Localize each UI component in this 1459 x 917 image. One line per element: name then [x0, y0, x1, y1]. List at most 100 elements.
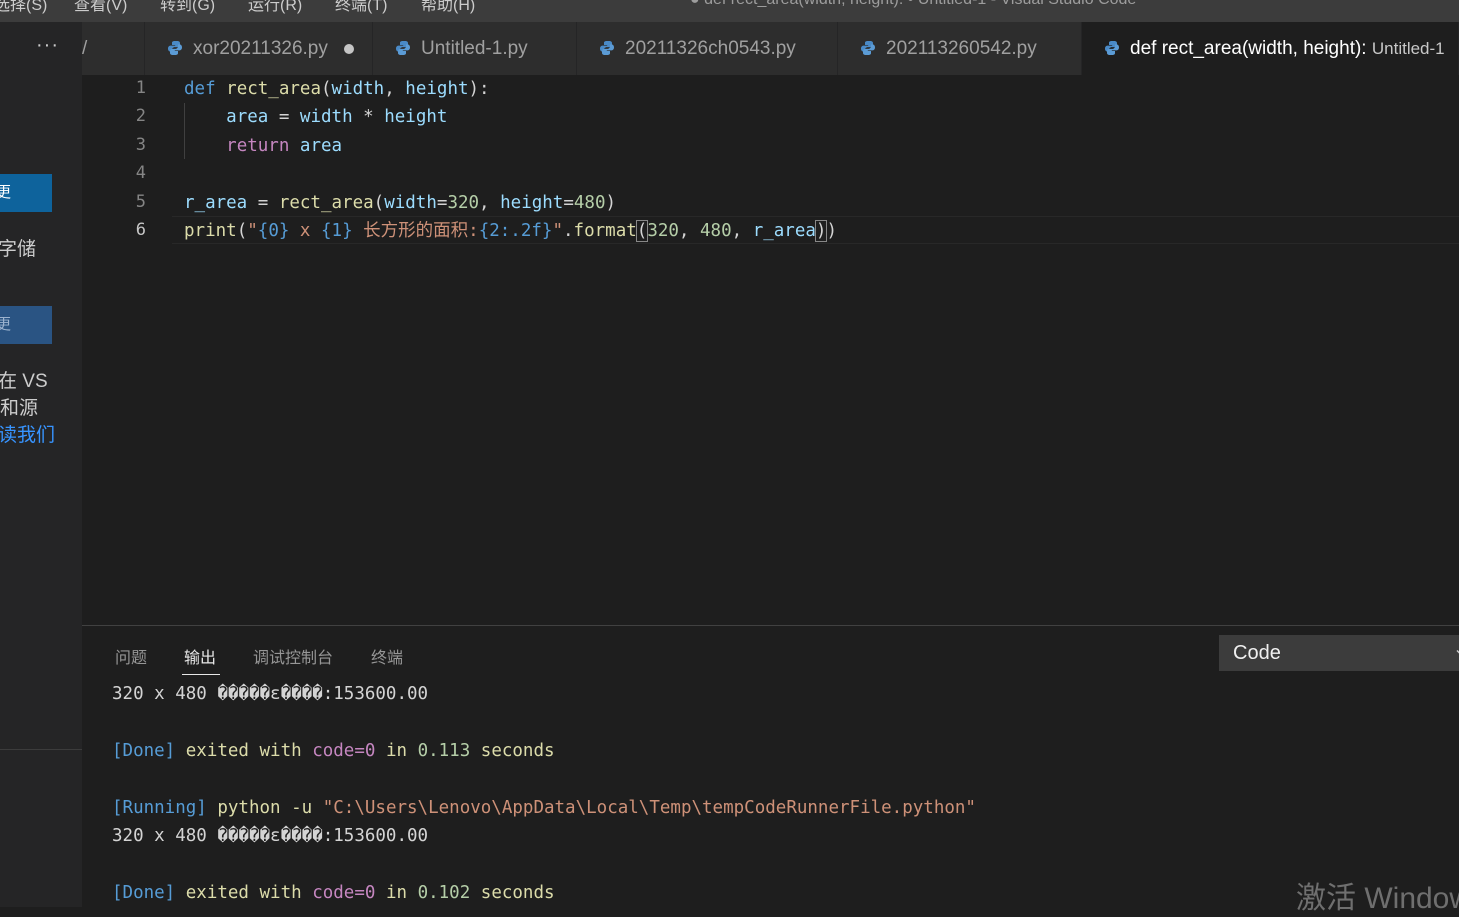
python-icon — [1105, 41, 1119, 55]
output-line: 320 x 480 �����ε����:153600.00 — [112, 684, 429, 704]
token: r_area — [184, 193, 248, 213]
token: height — [384, 107, 448, 127]
sidebar-primary-button-label: 更 — [0, 184, 12, 201]
menu-help[interactable]: 帮助(H) — [421, 0, 475, 15]
token: return — [226, 136, 290, 156]
tab-terminal[interactable]: 终端 — [371, 644, 403, 668]
menu-run[interactable]: 运行(R) — [248, 0, 302, 15]
token: [Done] — [112, 883, 176, 903]
code-editor[interactable]: 1 2 3 4 5 6 def rect_area(width, height)… — [82, 75, 1459, 625]
code-line-1[interactable]: def rect_area(width, height): — [184, 75, 490, 103]
tab-label: def rect_area(width, height): Untitled-1 — [1130, 22, 1445, 75]
menu-go[interactable]: 转到(G) — [160, 0, 215, 15]
code-line-3[interactable]: return area — [184, 132, 342, 160]
sidebar-text-1: 字储 — [0, 239, 37, 260]
token: ( — [635, 220, 649, 242]
chevron-down-icon — [1456, 649, 1459, 654]
sidebar-secondary-button[interactable]: 更 — [0, 306, 52, 344]
token: width — [331, 79, 385, 99]
menu-selection[interactable]: 选择(S) — [0, 0, 47, 15]
line-number-current: 6 — [135, 220, 146, 240]
python-icon — [396, 41, 410, 55]
code-line-6[interactable]: print("{0} x {1} 长方形的面积:{2:.2f}".format(… — [184, 217, 837, 245]
sidebar-text-2: 在 VS — [0, 371, 48, 392]
window-title: ● def rect_area(width, height): • Untitl… — [690, 0, 1136, 9]
output-channel-select[interactable]: Code — [1219, 635, 1459, 671]
token: r_area — [752, 221, 816, 241]
output-line-running: [Running] python -u "C:\Users\Lenovo\App… — [112, 794, 976, 822]
sidebar: ··· 更 字储 更 在 VS 和源 读我们 — [0, 22, 82, 907]
token: seconds — [470, 883, 555, 903]
tab-label: / — [82, 38, 88, 59]
token: print — [184, 221, 237, 241]
menu-view[interactable]: 查看(V) — [74, 0, 127, 15]
active-tab-indicator — [182, 674, 220, 675]
token: in — [375, 883, 418, 903]
tab-debug-console[interactable]: 调试控制台 — [253, 644, 333, 668]
token: = — [563, 193, 574, 213]
token: python -u — [206, 798, 323, 818]
token: ( — [320, 79, 332, 99]
tab-202113260542[interactable]: 202113260542.py — [838, 22, 1082, 75]
token: {0} — [257, 221, 290, 241]
tab-label: 202113260542.py — [886, 38, 1037, 59]
tab-output[interactable]: 输出 — [184, 644, 216, 668]
line-number: 5 — [135, 192, 146, 212]
token: width — [384, 193, 437, 213]
editor-tab-bar: / xor20211326.py Untitled-1.py 20211326c… — [82, 22, 1459, 75]
token: = — [268, 107, 300, 127]
output-line: 320 x 480 �����ε����:153600.00 — [112, 826, 429, 846]
token: code=0 — [312, 741, 376, 761]
tab-active-untitled-1[interactable]: def rect_area(width, height): Untitled-1 — [1082, 22, 1459, 75]
token: ( — [236, 221, 248, 241]
tab-label: 20211326ch0543.py — [625, 38, 796, 59]
tab-untitled-1-py[interactable]: Untitled-1.py — [373, 22, 577, 75]
token: , — [678, 221, 700, 241]
token: ): — [468, 79, 490, 99]
token: , — [479, 193, 501, 213]
sidebar-primary-button[interactable]: 更 — [0, 174, 52, 212]
token: rect_area — [278, 193, 374, 213]
token: [Done] — [112, 741, 176, 761]
line-number: 2 — [135, 106, 146, 126]
line-number: 3 — [135, 135, 146, 155]
token: 320 — [647, 221, 679, 241]
token: seconds — [470, 741, 555, 761]
token: [Running] — [112, 798, 207, 818]
token: . — [563, 221, 574, 241]
bottom-panel: 问题 输出 调试控制台 终端 Code 320 x 480 �����ε����… — [82, 625, 1459, 908]
tab-problems[interactable]: 问题 — [115, 644, 147, 668]
sidebar-divider — [0, 749, 82, 750]
sidebar-link[interactable]: 读我们 — [0, 420, 55, 447]
token: " — [552, 221, 563, 241]
more-actions-icon[interactable]: ··· — [36, 34, 59, 57]
tab-label-main: def rect_area(width, height): — [1130, 38, 1367, 59]
token: 0.102 — [417, 883, 471, 903]
token: {1} — [321, 221, 353, 241]
token: ) — [605, 193, 617, 213]
output-line-done-2: [Done] exited with code=0 in 0.102 secon… — [112, 879, 555, 907]
token: = — [247, 193, 279, 213]
tab-description: Untitled-1 — [1371, 39, 1445, 58]
unsaved-dot-icon[interactable] — [344, 44, 354, 54]
code-line-5[interactable]: r_area = rect_area(width=320, height=480… — [184, 189, 616, 217]
tab-label: Untitled-1.py — [421, 38, 528, 59]
sidebar-secondary-button-label: 更 — [0, 316, 12, 333]
token: area — [226, 107, 269, 127]
tab-partial[interactable]: / — [82, 22, 145, 75]
activation-watermark: 激活 Windows — [1296, 882, 1459, 915]
python-icon — [861, 41, 875, 55]
token: width — [299, 107, 353, 127]
token: exited with — [175, 883, 313, 903]
token: , — [384, 79, 406, 99]
token: {2:.2f} — [478, 221, 553, 241]
token: x — [289, 221, 321, 241]
token: , — [731, 221, 753, 241]
python-icon — [600, 41, 614, 55]
menu-terminal[interactable]: 终端(T) — [335, 0, 387, 15]
tab-20211326ch0543[interactable]: 20211326ch0543.py — [577, 22, 838, 75]
tab-xor20211326[interactable]: xor20211326.py — [145, 22, 373, 75]
code-line-2[interactable]: area = width * height — [184, 103, 447, 131]
token: exited with — [175, 741, 313, 761]
token: code=0 — [312, 883, 376, 903]
